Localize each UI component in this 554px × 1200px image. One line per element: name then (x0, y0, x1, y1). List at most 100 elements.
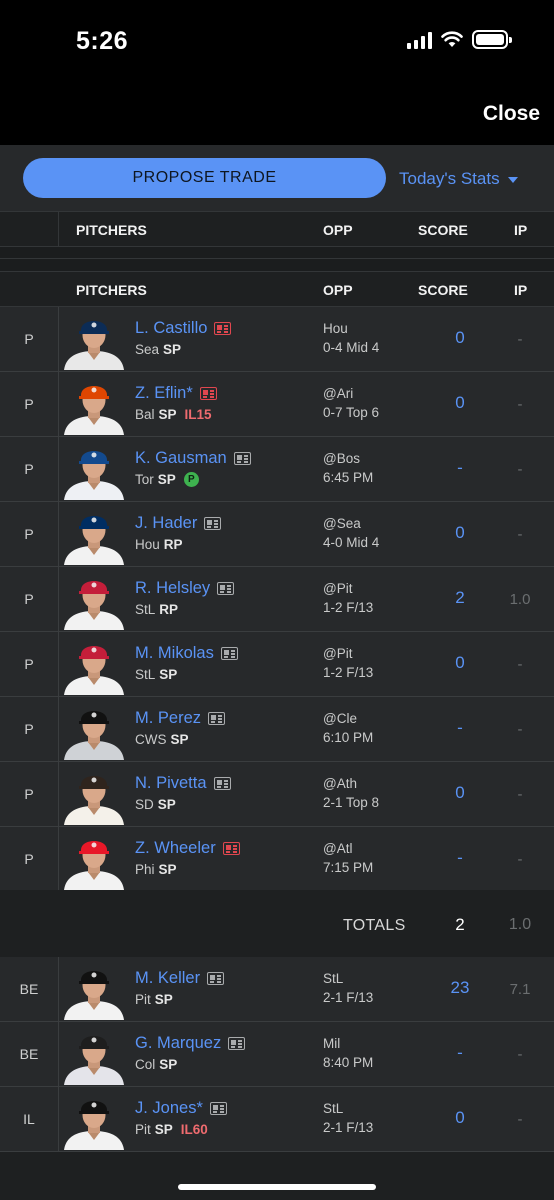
player-score[interactable]: 0 (420, 653, 500, 673)
stats-view-dropdown[interactable]: Today's Stats (399, 169, 518, 189)
news-icon[interactable] (217, 582, 235, 595)
innings-pitched: - (517, 721, 523, 738)
player-score[interactable]: 0 (420, 1108, 500, 1128)
opponent[interactable]: @Ari (323, 386, 353, 401)
player-score[interactable]: 0 (420, 393, 500, 413)
player-name[interactable]: M. Perez (135, 709, 201, 728)
player-row[interactable]: P K. Gausman Tor SP P @Bos 6:45 PM - - (0, 437, 554, 502)
news-icon[interactable] (228, 1037, 246, 1050)
player-score[interactable]: - (420, 718, 500, 738)
player-headshot[interactable] (62, 440, 126, 500)
opponent[interactable]: @Atl (323, 841, 352, 856)
roster-slot[interactable]: P (0, 762, 58, 826)
news-icon[interactable] (222, 842, 240, 855)
close-button[interactable]: Close (483, 102, 540, 126)
player-row[interactable]: P R. Helsley StL RP @Pit 1-2 F/13 2 1.0 (0, 567, 554, 632)
player-headshot[interactable] (62, 960, 126, 1020)
player-headshot[interactable] (62, 700, 126, 760)
news-icon[interactable] (220, 647, 238, 660)
player-team: Phi (135, 862, 155, 877)
roster-slot[interactable]: P (0, 697, 58, 761)
cellular-signal-icon (407, 31, 432, 49)
player-score[interactable]: 0 (420, 783, 500, 803)
player-row[interactable]: P J. Hader Hou RP @Sea 4-0 Mid 4 0- (0, 502, 554, 567)
player-score[interactable]: 23 (420, 978, 500, 998)
roster-slot[interactable]: P (0, 632, 58, 696)
player-name[interactable]: R. Helsley (135, 579, 210, 598)
roster-slot[interactable]: P (0, 567, 58, 631)
player-name[interactable]: Z. Wheeler (135, 839, 216, 858)
roster-slot[interactable]: BE (0, 957, 58, 1021)
opponent[interactable]: Hou (323, 321, 348, 336)
game-status: 0-7 Top 6 (323, 405, 380, 420)
player-row[interactable]: BE G. Marquez Col SP Mil 8:40 PM - - (0, 1022, 554, 1087)
roster-slot[interactable]: BE (0, 1022, 58, 1086)
player-name[interactable]: Z. Eflin* (135, 384, 193, 403)
player-headshot[interactable] (62, 830, 126, 890)
opponent[interactable]: @Pit (323, 646, 352, 661)
news-icon[interactable] (207, 972, 225, 985)
opponent[interactable]: @Ath (323, 776, 357, 791)
player-headshot[interactable] (62, 1090, 126, 1150)
player-row[interactable]: P Z. Wheeler Phi SP @Atl 7:15 PM - - (0, 827, 554, 892)
player-headshot[interactable] (62, 570, 126, 630)
news-icon[interactable] (213, 777, 231, 790)
roster-slot[interactable]: P (0, 437, 58, 501)
opponent[interactable]: StL (323, 971, 343, 986)
opponent[interactable]: @Bos (323, 451, 360, 466)
news-icon[interactable] (214, 322, 232, 335)
player-name[interactable]: J. Jones* (135, 1099, 203, 1118)
player-name[interactable]: N. Pivetta (135, 774, 207, 793)
opponent[interactable]: StL (323, 1101, 343, 1116)
probable-pitcher-badge: P (183, 472, 199, 487)
propose-trade-button[interactable]: PROPOSE TRADE (23, 158, 386, 198)
player-row[interactable]: P M. Mikolas StL SP @Pit 1-2 F/13 0- (0, 632, 554, 697)
news-icon[interactable] (208, 712, 226, 725)
roster-slot[interactable]: IL (0, 1087, 58, 1151)
player-score[interactable]: - (420, 1043, 500, 1063)
opponent[interactable]: @Sea (323, 516, 361, 531)
news-icon[interactable] (209, 1102, 227, 1115)
news-icon[interactable] (233, 452, 251, 465)
player-row[interactable]: BE M. Keller Pit SP StL 2-1 F/13 23 7.1 (0, 957, 554, 1022)
opponent[interactable]: @Cle (323, 711, 357, 726)
player-score[interactable]: - (420, 458, 500, 478)
battery-icon (472, 30, 512, 49)
player-row[interactable]: P N. Pivetta SD SP @Ath 2-1 Top 8 0- (0, 762, 554, 827)
nav-bar: Close (0, 90, 554, 145)
news-icon[interactable] (204, 517, 222, 530)
player-name[interactable]: M. Keller (135, 969, 200, 988)
player-name[interactable]: M. Mikolas (135, 644, 214, 663)
player-name[interactable]: G. Marquez (135, 1034, 221, 1053)
player-headshot[interactable] (62, 635, 126, 695)
news-icon[interactable] (199, 387, 217, 400)
opponent[interactable]: Mil (323, 1036, 340, 1051)
player-row[interactable]: IL J. Jones* Pit SP IL60 StL 2-1 F/13 0- (0, 1087, 554, 1152)
player-row[interactable]: P L. Castillo Sea SP Hou 0-4 Mid 4 0- (0, 307, 554, 372)
roster-slot[interactable]: P (0, 502, 58, 566)
player-row[interactable]: P M. Perez CWS SP @Cle 6:10 PM - - (0, 697, 554, 762)
player-headshot[interactable] (62, 310, 126, 370)
injury-status: IL60 (180, 1122, 208, 1137)
player-score[interactable]: 2 (420, 588, 500, 608)
opponent[interactable]: @Pit (323, 581, 352, 596)
player-row[interactable]: P Z. Eflin* Bal SP IL15 @Ari 0-7 Top 6 0- (0, 372, 554, 437)
roster-slot[interactable]: P (0, 372, 58, 436)
player-score[interactable]: 0 (420, 328, 500, 348)
player-team: Col (135, 1057, 156, 1072)
player-headshot[interactable] (62, 765, 126, 825)
player-team: CWS (135, 732, 167, 747)
player-score[interactable]: 0 (420, 523, 500, 543)
player-name[interactable]: K. Gausman (135, 449, 227, 468)
home-indicator[interactable] (178, 1184, 376, 1190)
player-team: StL (135, 602, 156, 617)
player-headshot[interactable] (62, 375, 126, 435)
player-headshot[interactable] (62, 1025, 126, 1085)
totals-label: TOTALS (343, 917, 406, 934)
player-headshot[interactable] (62, 505, 126, 565)
roster-slot[interactable]: P (0, 307, 58, 371)
player-name[interactable]: J. Hader (135, 514, 197, 533)
roster-slot[interactable]: P (0, 827, 58, 891)
player-score[interactable]: - (420, 848, 500, 868)
player-name[interactable]: L. Castillo (135, 319, 207, 338)
